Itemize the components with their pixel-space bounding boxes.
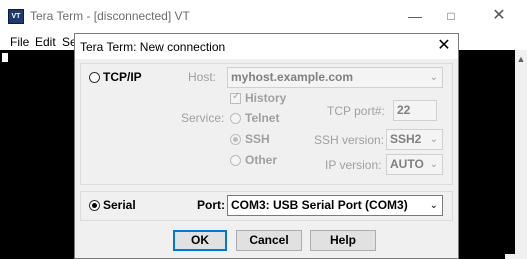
dialog-title: Tera Term: New connection	[80, 40, 226, 54]
scrollbar-corner	[505, 254, 527, 259]
port-label: Port:	[197, 198, 225, 212]
scroll-up-icon[interactable]: ▲	[516, 54, 526, 64]
terminal-cursor	[2, 53, 8, 62]
chevron-down-icon[interactable]: ⌄	[430, 155, 438, 174]
close-icon[interactable]: ✕	[484, 5, 514, 27]
chevron-down-icon[interactable]: ⌄	[430, 68, 438, 87]
ssh-version-select[interactable]: SSH2 ⌄	[386, 129, 443, 150]
serial-label: Serial	[103, 198, 136, 212]
window-title-bar: VT Tera Term - [disconnected] VT — □ ✕	[0, 0, 527, 33]
menu-edit[interactable]: Edit	[35, 35, 56, 49]
checkmark-icon: ✓	[232, 91, 241, 102]
service-ssh-label: SSH	[245, 132, 270, 146]
new-connection-dialog: Tera Term: New connection ✕ TCP/IP Host:…	[74, 33, 459, 259]
host-label: Host:	[188, 70, 217, 84]
dialog-title-bar: Tera Term: New connection ✕	[75, 34, 458, 59]
history-checkbox[interactable]: ✓	[230, 91, 241, 104]
maximize-icon[interactable]: □	[436, 5, 466, 27]
service-telnet-label: Telnet	[245, 111, 280, 125]
tcp-port-value: 22	[397, 103, 411, 117]
tcp-port-input[interactable]: 22	[393, 100, 437, 121]
ip-version-label: IP version:	[325, 158, 382, 172]
port-select[interactable]: COM3: USB Serial Port (COM3) ⌄	[227, 195, 443, 216]
app-icon[interactable]: VT	[8, 9, 24, 24]
help-button[interactable]: Help	[310, 230, 376, 251]
tcp-port-label: TCP port#:	[327, 104, 385, 118]
service-other-label: Other	[245, 153, 278, 167]
service-other-radio[interactable]	[230, 155, 241, 166]
host-combobox[interactable]: myhost.example.com ⌄	[227, 67, 443, 88]
window-title: Tera Term - [disconnected] VT	[30, 9, 190, 23]
tcpip-label: TCP/IP	[103, 70, 142, 84]
service-telnet-radio[interactable]	[230, 113, 241, 124]
serial-radio[interactable]	[89, 200, 100, 211]
history-label: History	[245, 91, 287, 105]
tcpip-radio[interactable]	[89, 72, 100, 83]
port-value: COM3: USB Serial Port (COM3)	[231, 198, 408, 212]
vertical-scrollbar[interactable]: ▲	[515, 50, 527, 259]
dialog-close-icon[interactable]: ✕	[433, 36, 455, 56]
ok-button[interactable]: OK	[173, 230, 227, 251]
chevron-down-icon[interactable]: ⌄	[430, 196, 438, 215]
service-label: Service:	[181, 111, 225, 125]
host-value: myhost.example.com	[231, 70, 354, 84]
cancel-button[interactable]: Cancel	[236, 230, 302, 251]
chevron-down-icon[interactable]: ⌄	[430, 130, 438, 149]
ssh-version-label: SSH version:	[314, 133, 385, 147]
ssh-version-value: SSH2	[390, 132, 422, 146]
minimize-icon[interactable]: —	[400, 5, 430, 27]
ip-version-select[interactable]: AUTO ⌄	[386, 154, 443, 175]
ip-version-value: AUTO	[390, 157, 424, 171]
menu-file[interactable]: File	[10, 35, 29, 49]
service-ssh-radio[interactable]	[230, 134, 241, 145]
